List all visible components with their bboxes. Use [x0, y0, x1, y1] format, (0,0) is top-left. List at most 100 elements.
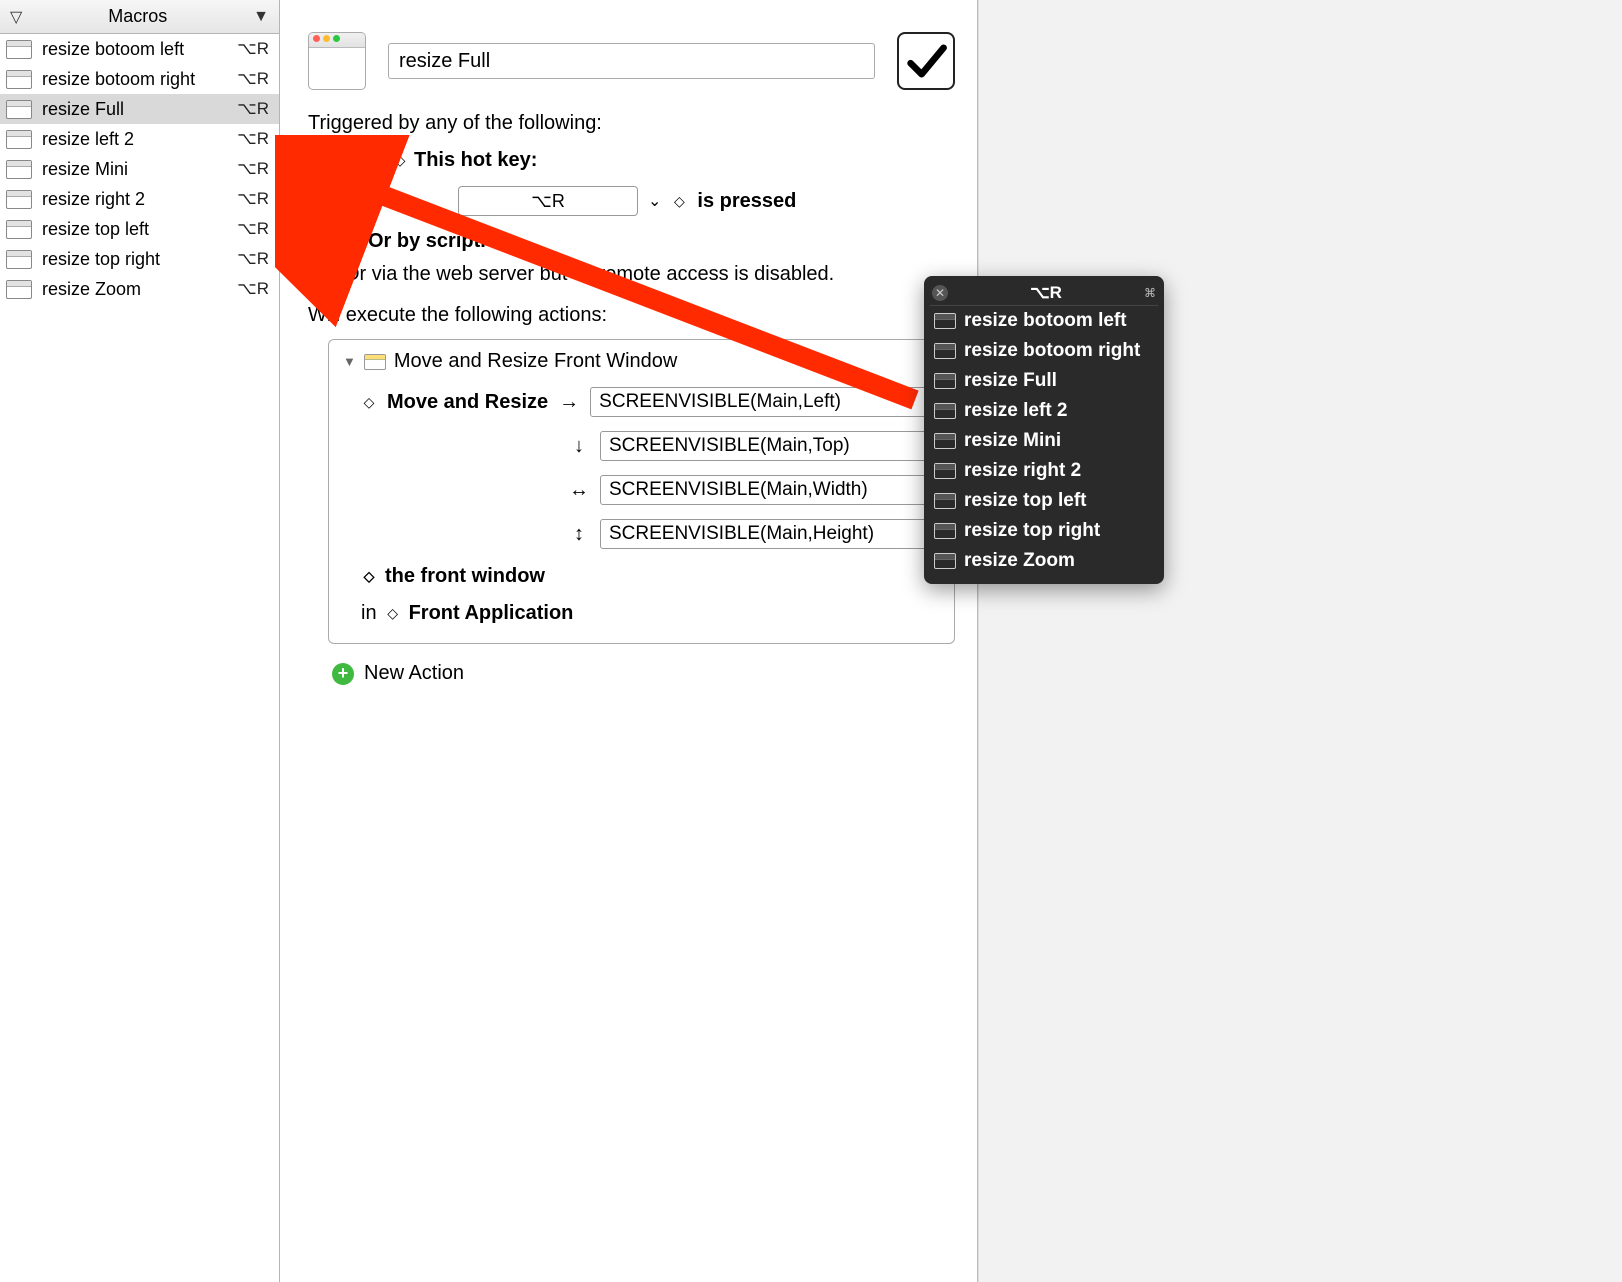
or-via-web-label: Or via the web server but all remote acc… [344, 263, 955, 286]
palette-item-label: resize Zoom [964, 550, 1075, 572]
macro-row[interactable]: resize right 2⌥R [0, 184, 279, 214]
app-stepper-icon[interactable]: ◇ [385, 605, 401, 622]
palette-item-label: resize botoom right [964, 340, 1140, 362]
palette-item-label: resize botoom left [964, 310, 1127, 332]
macro-name: resize left 2 [42, 129, 227, 150]
action-title: Move and Resize Front Window [394, 350, 677, 373]
palette-item[interactable]: resize botoom left [930, 306, 1158, 336]
palette-item[interactable]: resize Zoom [930, 546, 1158, 576]
window-stepper-icon[interactable]: ◇ [361, 568, 377, 585]
trigger-row: + − ◇ This hot key: [336, 149, 955, 172]
conflict-palette: ✕ ⌥R ⌘ resize botoom left resize botoom r… [924, 276, 1164, 584]
top-input[interactable] [600, 431, 940, 461]
macro-shortcut: ⌥R [237, 159, 269, 179]
action-icon [364, 354, 386, 370]
palette-menu-icon[interactable]: ⌘ [1144, 286, 1156, 300]
macro-name: resize top right [42, 249, 227, 270]
palette-item[interactable]: resize left 2 [930, 396, 1158, 426]
macro-row[interactable]: resize left 2⌥R [0, 124, 279, 154]
remove-trigger-button[interactable]: − [364, 150, 386, 172]
macro-shortcut: ⌥R [237, 279, 269, 299]
palette-item[interactable]: resize Full [930, 366, 1158, 396]
sort-toggle-icon[interactable]: ▽ [10, 7, 22, 27]
in-label: in [361, 602, 377, 625]
or-script-stepper-icon[interactable]: ◇ [344, 233, 360, 250]
macro-icon [6, 100, 32, 119]
sort-direction-icon[interactable]: ▼ [253, 8, 269, 26]
sidebar-header: ▽ Macros ▼ [0, 0, 279, 34]
macro-icon [6, 250, 32, 269]
macro-icon [934, 343, 956, 359]
macro-name: resize top left [42, 219, 227, 240]
macro-name: resize Zoom [42, 279, 227, 300]
macro-shortcut: ⌥R [237, 249, 269, 269]
height-input[interactable] [600, 519, 940, 549]
enable-macro-checkbox[interactable] [897, 32, 955, 90]
palette-item-label: resize Mini [964, 430, 1061, 452]
macro-icon [934, 403, 956, 419]
macro-name: resize botoom right [42, 69, 227, 90]
left-input[interactable] [590, 387, 940, 417]
front-window-label: the front window [385, 565, 545, 588]
action-header[interactable]: ▼ Move and Resize Front Window [343, 350, 940, 373]
trigger-type-label: This hot key: [414, 149, 537, 172]
palette-item-label: resize Full [964, 370, 1057, 392]
or-script-label: Or by script. [368, 230, 486, 253]
macro-icon [934, 313, 956, 329]
macro-row[interactable]: resize top right ⌥R [0, 244, 279, 274]
move-top-row: ↓ [568, 431, 940, 461]
macro-row[interactable]: resize Mini ⌥R [0, 154, 279, 184]
or-by-script-row: ◇ Or by script. [344, 230, 955, 253]
palette-item[interactable]: resize right 2 [930, 456, 1158, 486]
macro-row[interactable]: resize top left⌥R [0, 214, 279, 244]
palette-item[interactable]: resize top left [930, 486, 1158, 516]
macro-icon [934, 433, 956, 449]
macro-row[interactable]: resize Zoom ⌥R [0, 274, 279, 304]
execute-label: Will execute the following actions: [308, 304, 955, 327]
disclosure-triangle-icon[interactable]: ▼ [343, 354, 356, 369]
hotkey-mode-label: is pressed [697, 190, 796, 213]
hotkey-mode-stepper-icon[interactable]: ◇ [671, 193, 687, 210]
palette-item-label: resize right 2 [964, 460, 1081, 482]
macro-icon [6, 160, 32, 179]
macro-row[interactable]: resize Full ⌥R [0, 94, 279, 124]
move-stepper-icon[interactable]: ◇ [361, 394, 377, 411]
palette-item[interactable]: resize botoom right [930, 336, 1158, 366]
move-left-row: ◇ Move and Resize → [361, 387, 940, 417]
macro-name: resize botoom left [42, 39, 227, 60]
new-action-label: New Action [364, 662, 464, 685]
trigger-stepper-icon[interactable]: ◇ [392, 152, 408, 169]
palette-item-label: resize top right [964, 520, 1100, 542]
macro-icon [934, 553, 956, 569]
macro-icon [6, 220, 32, 239]
macro-icon [6, 130, 32, 149]
macro-shortcut: ⌥R [237, 189, 269, 209]
macro-row[interactable]: resize botoom right⌥R [0, 64, 279, 94]
width-input[interactable] [600, 475, 940, 505]
arrow-down-icon: ↓ [568, 435, 590, 458]
new-action-button[interactable]: + [332, 663, 354, 685]
palette-close-button[interactable]: ✕ [932, 285, 948, 301]
dropdown-icon[interactable]: ⌄ [648, 191, 661, 211]
sidebar-title: Macros [30, 6, 245, 27]
macro-shortcut: ⌥R [237, 39, 269, 59]
macro-shortcut: ⌥R [237, 99, 269, 119]
background-panel [978, 0, 1622, 1282]
macro-row[interactable]: resize botoom left ⌥R [0, 34, 279, 64]
macro-name: resize Full [42, 99, 227, 120]
macro-icon [934, 493, 956, 509]
hotkey-row: ⌄ ◇ is pressed [458, 186, 955, 216]
macro-name-input[interactable] [388, 43, 875, 79]
palette-item[interactable]: resize top right [930, 516, 1158, 546]
palette-item[interactable]: resize Mini [930, 426, 1158, 456]
macro-icon [6, 280, 32, 299]
macro-icon [6, 70, 32, 89]
palette-header: ✕ ⌥R ⌘ [930, 280, 1158, 306]
action-block: ▼ Move and Resize Front Window ◇ Move an… [328, 339, 955, 644]
hotkey-input[interactable] [458, 186, 638, 216]
add-trigger-button[interactable]: + [336, 150, 358, 172]
move-height-row: ↕ [568, 519, 940, 549]
new-action-row: + New Action [332, 662, 955, 685]
macro-name: resize Mini [42, 159, 227, 180]
macro-icon [6, 40, 32, 59]
